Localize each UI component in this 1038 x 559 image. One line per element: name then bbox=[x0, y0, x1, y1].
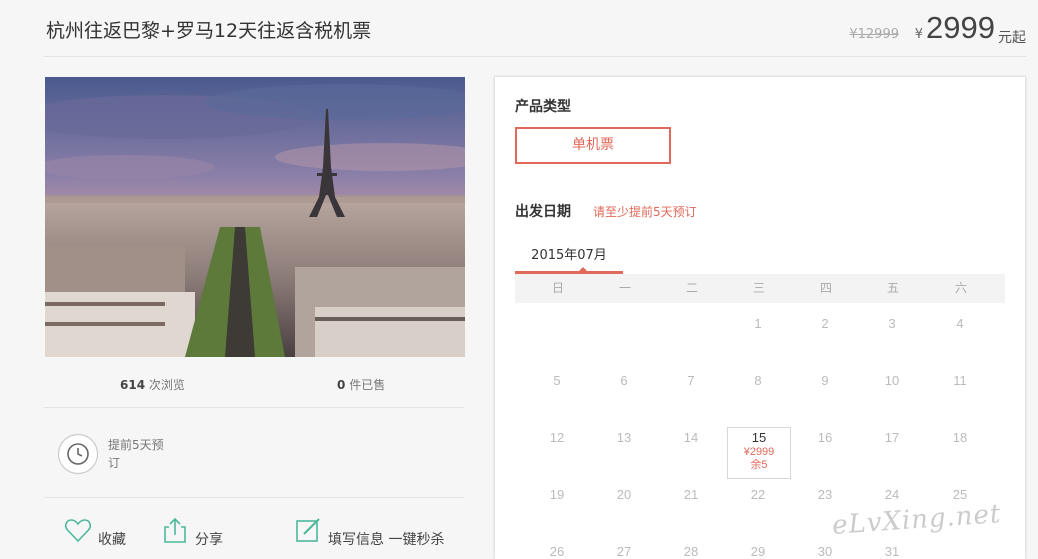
calendar-day: 6 bbox=[620, 373, 628, 388]
heart-icon bbox=[64, 519, 92, 543]
edit-icon bbox=[296, 518, 320, 542]
calendar-day: 7 bbox=[687, 373, 695, 388]
calendar-day: 19 bbox=[549, 487, 565, 502]
price-box: ¥12999 ¥ 2999 元起 bbox=[826, 10, 1026, 50]
clock-icon bbox=[57, 433, 99, 475]
product-image bbox=[45, 77, 465, 357]
weekday: 一 bbox=[618, 281, 631, 295]
calendar-day: 17 bbox=[884, 430, 900, 445]
calendar-day: 18 bbox=[952, 430, 968, 445]
weekday: 二 bbox=[685, 281, 698, 295]
date-tip: 请至少提前5天预订 bbox=[593, 205, 697, 219]
calendar-day: 4 bbox=[956, 316, 964, 331]
product-header: 杭州往返巴黎+罗马12天往返含税机票 ¥12999 ¥ 2999 元起 bbox=[44, 0, 1026, 57]
calendar-day: 9 bbox=[821, 373, 829, 388]
calendar-day-available[interactable]: 15 ¥2999 余5 bbox=[727, 427, 791, 479]
product-type-label: 产品类型 bbox=[515, 99, 571, 115]
calendar-day: 22 bbox=[750, 487, 766, 502]
booking-panel: 产品类型 单机票 出发日期 请至少提前5天预订 2015年07月 日 一 二 三… bbox=[494, 76, 1026, 559]
departure-date-label: 出发日期 bbox=[515, 204, 571, 220]
day-number: 15 bbox=[751, 430, 767, 445]
original-price: ¥12999 bbox=[849, 27, 899, 42]
action-bar: 收藏 分享 填写信息 一键秒杀 bbox=[44, 510, 464, 559]
calendar-day: 10 bbox=[884, 373, 900, 388]
weekday-header: 日 一 二 三 四 五 六 bbox=[515, 274, 1005, 303]
current-price: 2999 bbox=[926, 10, 995, 45]
weekday: 四 bbox=[819, 281, 832, 295]
weekday: 三 bbox=[752, 281, 765, 295]
calendar-day: 1 bbox=[754, 316, 762, 331]
product-type-option[interactable]: 单机票 bbox=[515, 127, 671, 164]
price-suffix: 元起 bbox=[998, 30, 1026, 46]
weekday: 五 bbox=[886, 281, 899, 295]
calendar-day: 28 bbox=[683, 544, 699, 559]
day-remaining: 余5 bbox=[750, 459, 768, 471]
calendar-day: 13 bbox=[616, 430, 632, 445]
calendar-day: 3 bbox=[888, 316, 896, 331]
calendar-day: 29 bbox=[750, 544, 766, 559]
calendar-day: 14 bbox=[683, 430, 699, 445]
weekday: 六 bbox=[954, 281, 967, 295]
sold-stat: 0 件已售 bbox=[337, 378, 386, 392]
advance-text: 提前5天预订 bbox=[108, 438, 164, 470]
product-title: 杭州往返巴黎+罗马12天往返含税机票 bbox=[46, 20, 372, 42]
paris-eiffel-tower-image bbox=[45, 77, 465, 357]
calendar-day: 8 bbox=[754, 373, 762, 388]
calendar-day: 20 bbox=[616, 487, 632, 502]
calendar-day: 5 bbox=[553, 373, 561, 388]
stats-bar: 614 次浏览 0 件已售 bbox=[44, 370, 464, 408]
calendar-day: 2 bbox=[821, 316, 829, 331]
currency-symbol: ¥ bbox=[914, 27, 923, 42]
calendar-day: 12 bbox=[549, 430, 565, 445]
calendar-day: 27 bbox=[616, 544, 632, 559]
calendar-day: 21 bbox=[683, 487, 699, 502]
calendar-day: 26 bbox=[549, 544, 565, 559]
month-tab[interactable]: 2015年07月 bbox=[515, 241, 623, 275]
share-icon bbox=[164, 517, 186, 543]
calendar-day: 11 bbox=[953, 373, 967, 388]
advance-booking-notice: 提前5天预订 bbox=[44, 408, 464, 498]
views-stat: 614 次浏览 bbox=[120, 378, 185, 392]
weekday: 日 bbox=[551, 281, 564, 295]
calendar-day: 16 bbox=[817, 430, 833, 445]
month-pointer bbox=[579, 267, 587, 271]
day-price: ¥2999 bbox=[743, 446, 775, 458]
